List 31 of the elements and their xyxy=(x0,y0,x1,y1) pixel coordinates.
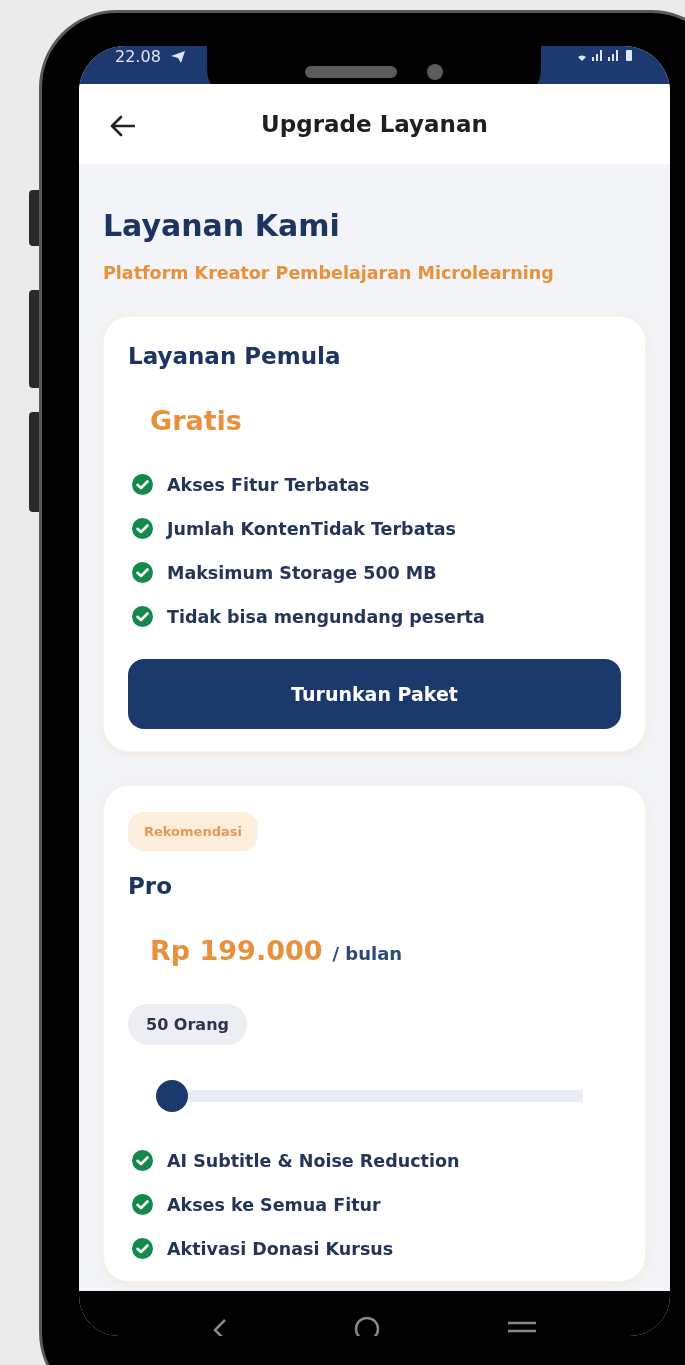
status-time: 22.08 xyxy=(115,48,161,66)
price-period: / bulan xyxy=(332,943,403,964)
slider-thumb[interactable] xyxy=(156,1080,188,1112)
feature-text: Akses ke Semua Fitur xyxy=(167,1194,381,1215)
check-circle-icon xyxy=(132,606,153,627)
recommendation-badge: Rekomendasi xyxy=(128,812,258,851)
participant-count: 50 Orang xyxy=(128,1004,247,1045)
feature-text: Akses Fitur Terbatas xyxy=(167,474,370,495)
home-nav-icon[interactable] xyxy=(354,1316,381,1336)
check-circle-icon xyxy=(132,1194,153,1215)
check-circle-icon xyxy=(132,518,153,539)
plan-name: Pro xyxy=(128,873,172,899)
back-nav-icon[interactable] xyxy=(212,1318,229,1336)
check-circle-icon xyxy=(132,1150,153,1171)
feature-text: Aktivasi Donasi Kursus xyxy=(167,1238,394,1259)
plan-name: Layanan Pemula xyxy=(128,343,341,369)
back-arrow-icon[interactable] xyxy=(109,115,135,137)
plan-price: Rp 199.000 xyxy=(150,935,323,966)
check-circle-icon xyxy=(132,474,153,495)
feature-text: Tidak bisa mengundang peserta xyxy=(167,606,485,627)
section-title: Layanan Kami xyxy=(103,208,341,243)
feature-text: Maksimum Storage 500 MB xyxy=(167,562,437,583)
check-circle-icon xyxy=(132,562,153,583)
feature-text: Jumlah KontenTidak Terbatas xyxy=(167,518,457,539)
page-title: Upgrade Layanan xyxy=(261,111,488,137)
send-icon xyxy=(170,51,185,63)
feature-text: AI Subtitle & Noise Reduction xyxy=(167,1150,460,1171)
section-subtitle: Platform Kreator Pembelajaran Microlearning xyxy=(103,263,555,283)
downgrade-button[interactable]: Turunkan Paket xyxy=(128,659,621,729)
check-circle-icon xyxy=(132,1238,153,1259)
plan-price: Gratis xyxy=(150,405,242,436)
